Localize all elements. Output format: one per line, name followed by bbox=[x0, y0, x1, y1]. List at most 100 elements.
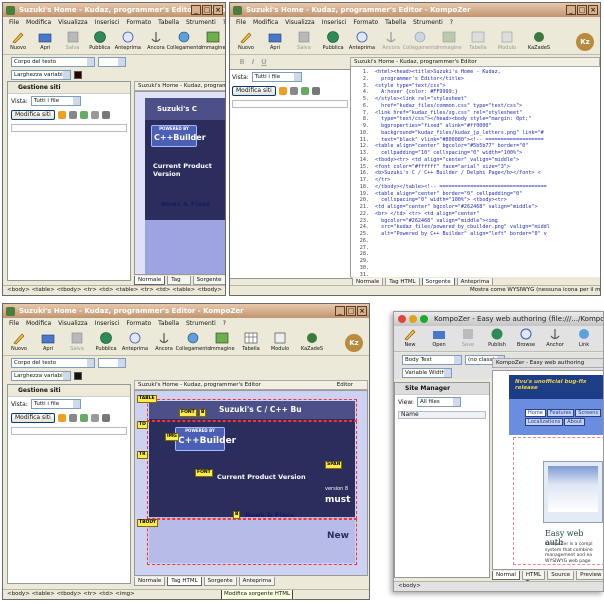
tag-badge[interactable]: IMG bbox=[165, 433, 179, 441]
image-button[interactable]: Immagine bbox=[200, 29, 225, 54]
document-tab[interactable]: KompoZer - Easy web authoring bbox=[492, 358, 603, 368]
source-line[interactable]: <b>Suzuki's C / C++ Builder / Delphi Pag… bbox=[375, 170, 541, 177]
menu-file[interactable]: File bbox=[236, 17, 246, 29]
nav-screens[interactable]: Screens bbox=[575, 409, 602, 417]
rename-icon[interactable] bbox=[90, 414, 99, 422]
close-button[interactable]: × bbox=[357, 306, 367, 316]
menu-help[interactable]: ? bbox=[223, 17, 225, 29]
font-width-select[interactable]: Variable Width bbox=[402, 367, 452, 378]
font-select[interactable] bbox=[98, 56, 126, 67]
tag-badge[interactable]: TABLE bbox=[137, 395, 157, 403]
paragraph-format-select[interactable]: Body Text bbox=[402, 354, 462, 365]
site-list[interactable] bbox=[11, 124, 127, 132]
source-line[interactable]: text="black" vlink="#800080"><!-- ======… bbox=[375, 137, 544, 144]
new-button[interactable]: Nuovo bbox=[7, 330, 31, 355]
menu-file[interactable]: File bbox=[9, 318, 19, 330]
source-line[interactable]: src="kudaz_files/powered_by_cbuilder.png… bbox=[375, 224, 550, 231]
edit-sites-button[interactable]: Modifica siti bbox=[11, 110, 55, 120]
tab-normal[interactable]: Normale bbox=[134, 576, 166, 586]
source-line[interactable]: href="kudaz_files/common.css" type="text… bbox=[375, 103, 522, 110]
rename-icon[interactable] bbox=[90, 111, 99, 119]
open-button[interactable]: Apri bbox=[36, 330, 60, 355]
refresh-icon[interactable] bbox=[289, 87, 298, 95]
menu-format[interactable]: Formato bbox=[353, 17, 378, 29]
italic-button[interactable]: I bbox=[249, 58, 257, 66]
preview-button[interactable]: Anteprima bbox=[115, 29, 141, 54]
new-button[interactable]: Nuovo bbox=[234, 29, 258, 54]
browse-button[interactable]: Browse bbox=[514, 326, 538, 351]
menu-file[interactable]: File bbox=[9, 17, 19, 29]
source-line[interactable]: <td align="center" bgcolor="#262468" val… bbox=[375, 204, 538, 211]
menu-table[interactable]: Tabella bbox=[158, 318, 179, 330]
tab-source[interactable]: Source bbox=[547, 570, 575, 580]
refresh-icon[interactable] bbox=[68, 414, 77, 422]
folder-icon[interactable] bbox=[57, 414, 66, 422]
close-button[interactable]: × bbox=[213, 5, 223, 15]
save-button[interactable]: Salva bbox=[65, 330, 89, 355]
edit-sites-button[interactable]: Modifica siti bbox=[232, 86, 276, 96]
document-tab[interactable]: Suzuki's Home - Kudaz, programmer's Edit… bbox=[134, 380, 368, 390]
maximize-button[interactable]: □ bbox=[202, 5, 212, 15]
tag-badge[interactable]: FONT bbox=[179, 409, 197, 417]
image-button[interactable]: Immagine bbox=[209, 330, 235, 355]
document-tab[interactable]: Suzuki's Home - Kudaz, programmer'... bbox=[134, 81, 225, 91]
paragraph-format-select[interactable]: Corpo del testo bbox=[11, 357, 95, 368]
minimize-button[interactable]: _ bbox=[191, 5, 201, 15]
minimize-button[interactable]: _ bbox=[335, 306, 345, 316]
paragraph-format-select[interactable]: Corpo del testo bbox=[11, 56, 95, 67]
menu-insert[interactable]: Inserisci bbox=[322, 17, 347, 29]
source-line[interactable]: <font color="#ffffff" face="arial" size=… bbox=[375, 164, 510, 171]
source-line[interactable]: <style type="text/css"> bbox=[375, 83, 446, 90]
source-line[interactable]: A:hover {color: #FF9999;} bbox=[375, 89, 458, 96]
tab-source[interactable]: Sorgente bbox=[192, 275, 225, 285]
tag-badge[interactable]: SPAN bbox=[325, 461, 343, 469]
open-button[interactable]: Apri bbox=[263, 29, 287, 54]
folder-icon[interactable] bbox=[278, 87, 287, 95]
preview-button[interactable]: Anteprima bbox=[349, 29, 375, 54]
minimize-button[interactable]: _ bbox=[566, 5, 576, 15]
font-width-select[interactable]: Larghezza variabile bbox=[11, 370, 71, 381]
source-line[interactable]: <table align="center" border="0" cellpad… bbox=[375, 191, 522, 198]
nav-features[interactable]: Features bbox=[546, 409, 575, 417]
refresh-icon[interactable] bbox=[68, 111, 77, 119]
source-line[interactable]: </tbody></table><!-- ===================… bbox=[375, 184, 547, 191]
html-source-editor[interactable]: 1. <html><head><title>Suzuki's Home - Kud… bbox=[350, 67, 600, 277]
document-tab[interactable]: Suzuki's Home - Kudaz, programmer's Edit… bbox=[350, 57, 600, 67]
tag-badge[interactable]: TBODY bbox=[137, 519, 158, 527]
save-button[interactable]: Save bbox=[456, 326, 480, 351]
menu-edit[interactable]: Modifica bbox=[26, 17, 51, 29]
source-line[interactable]: <br> </td> <tr> <td align="center" bbox=[375, 211, 479, 218]
new-folder-icon[interactable] bbox=[79, 111, 88, 119]
tab-normal[interactable]: Normal bbox=[492, 570, 520, 580]
open-button[interactable]: Open bbox=[427, 326, 451, 351]
link-button[interactable]: Collegamento bbox=[403, 29, 437, 54]
tab-html-tags[interactable]: Tag HTML bbox=[167, 275, 191, 291]
tag-badge[interactable]: FONT bbox=[195, 469, 213, 477]
news-fixes-link[interactable]: News & Fixes bbox=[161, 200, 210, 208]
publish-button[interactable]: Pubblica bbox=[321, 29, 345, 54]
link-button[interactable]: Collegamento bbox=[176, 330, 210, 355]
anchor-button[interactable]: Ancora bbox=[152, 330, 176, 355]
menu-help[interactable]: ? bbox=[223, 318, 226, 330]
delete-icon[interactable] bbox=[101, 414, 110, 422]
anchor-button[interactable]: Anchor bbox=[543, 326, 567, 351]
text-color-swatch[interactable] bbox=[74, 371, 82, 380]
source-line[interactable]: </tr> bbox=[375, 177, 390, 184]
nav-about[interactable]: About bbox=[564, 418, 586, 426]
underline-button[interactable]: U bbox=[260, 58, 268, 66]
view-select[interactable]: Tutti i file bbox=[30, 96, 81, 106]
site-list[interactable] bbox=[11, 427, 127, 435]
save-button[interactable]: Salva bbox=[61, 29, 83, 54]
menu-format[interactable]: Formato bbox=[126, 318, 151, 330]
table-button[interactable]: Tabella bbox=[466, 29, 490, 54]
form-button[interactable]: Modulo bbox=[495, 29, 519, 54]
view-select[interactable]: Tutti i file bbox=[30, 399, 81, 409]
text-color-swatch[interactable] bbox=[74, 70, 82, 79]
tab-html-tags[interactable]: Tag HTML bbox=[167, 576, 202, 586]
delete-icon[interactable] bbox=[101, 111, 110, 119]
new-button[interactable]: New bbox=[398, 326, 422, 351]
view-select[interactable]: Tutti i file bbox=[251, 72, 302, 82]
source-line[interactable]: background="kudaz_files/kudaz_jp_letters… bbox=[375, 130, 544, 137]
minimize-button[interactable] bbox=[409, 315, 417, 323]
close-button[interactable] bbox=[398, 315, 406, 323]
